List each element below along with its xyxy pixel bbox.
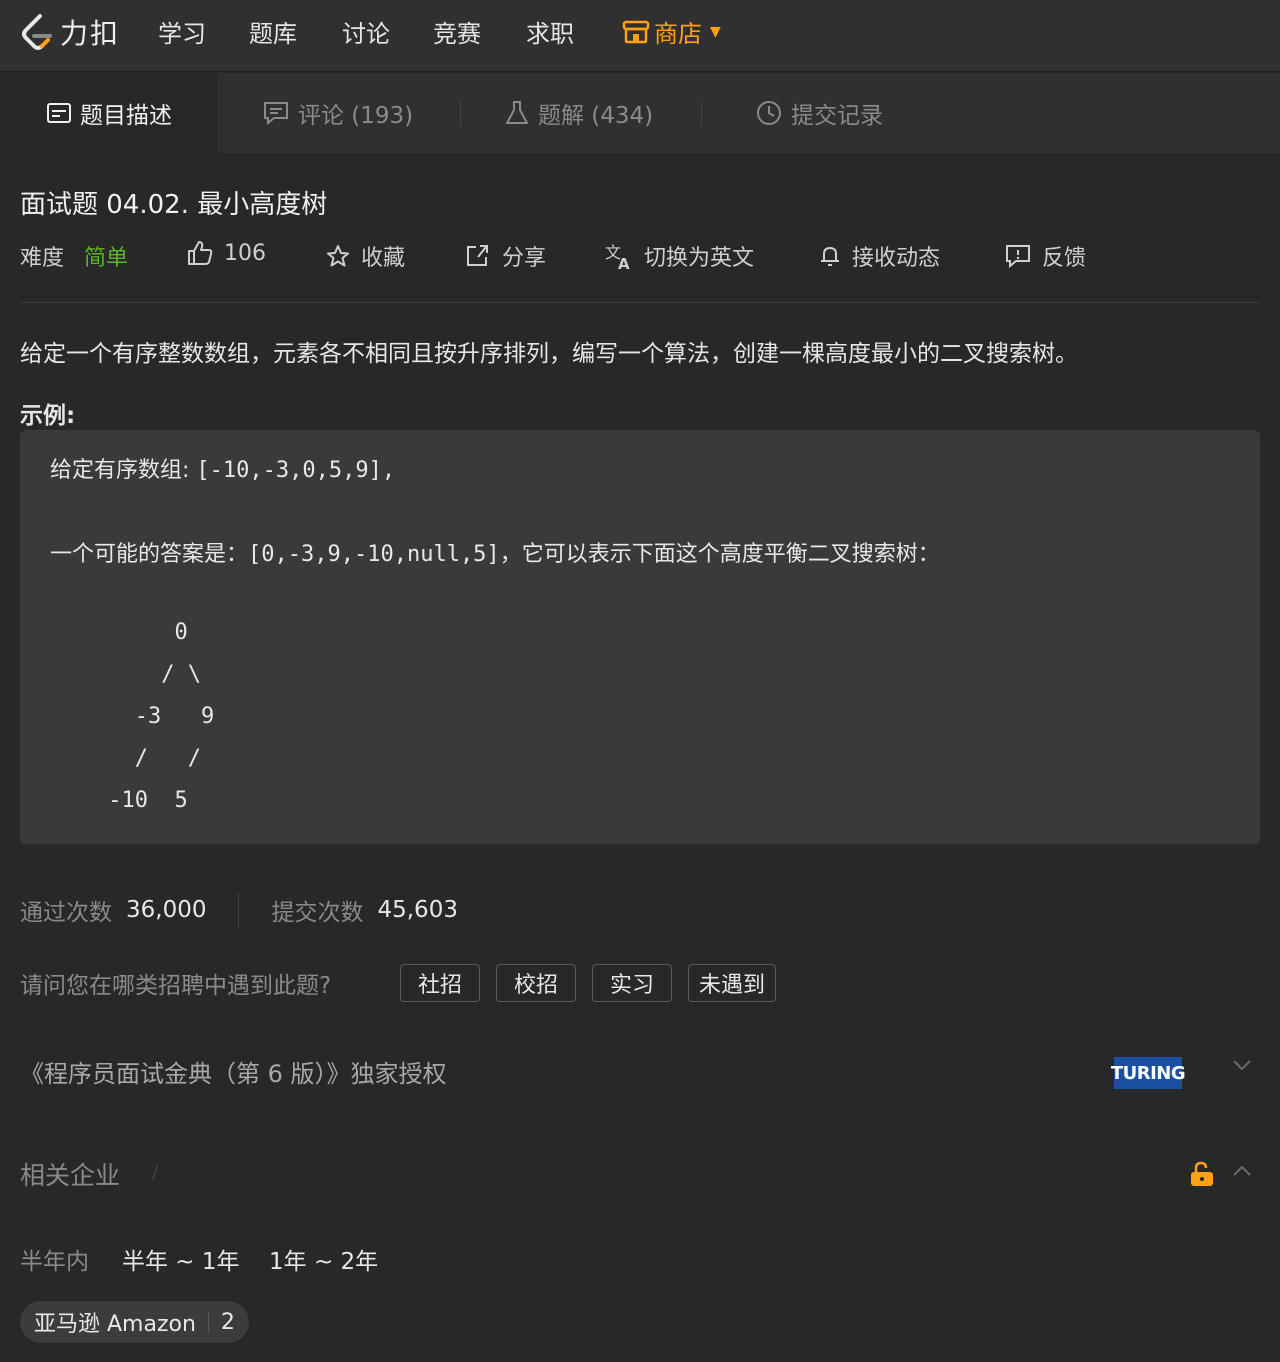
chevron-up-icon[interactable] — [1232, 1164, 1252, 1178]
favorite-button[interactable]: 收藏 — [325, 240, 405, 272]
tree-line: -3 9 — [95, 704, 215, 729]
stats-divider — [238, 892, 240, 928]
tree-line: -10 5 — [95, 788, 188, 813]
share-icon — [467, 245, 488, 266]
submitted-count: 45,603 — [377, 897, 458, 923]
tab-description[interactable]: 题目描述 — [0, 73, 218, 153]
company-divider — [207, 1311, 209, 1333]
unlock-icon[interactable] — [1189, 1160, 1215, 1188]
tab-divider — [460, 101, 461, 127]
like-count: 106 — [224, 240, 266, 266]
clock-icon — [757, 101, 781, 125]
difficulty-label: 难度 — [20, 246, 65, 271]
translate-icon: 文 A — [605, 243, 630, 270]
tab-solutions[interactable]: 题解 (434) — [504, 73, 653, 153]
example-code-block: 给定有序数组: [-10,-3,0,5,9], 一个可能的答案是：[0,-3,9… — [20, 430, 1260, 844]
subscribe-label: 接收动态 — [852, 246, 941, 271]
nav-contest[interactable]: 竞赛 — [433, 14, 481, 49]
tree-line: 0 — [95, 620, 188, 645]
accepted-label: 通过次数 — [20, 900, 112, 926]
share-label: 分享 — [502, 246, 547, 271]
logo-text: 力扣 — [60, 17, 121, 50]
company-count: 2 — [220, 1309, 235, 1335]
time-filter-1y-2y[interactable]: 1年 ~ 2年 — [269, 1242, 378, 1276]
flask-icon — [506, 101, 528, 124]
tab-comments-label: 评论 (193) — [298, 103, 414, 129]
leetcode-logo[interactable]: 力扣 — [20, 12, 120, 52]
leetcode-logo-icon — [22, 14, 52, 50]
book-license: 《程序员面试金典（第 6 版）》独家授权 — [20, 1060, 447, 1088]
survey-question: 请问您在哪类招聘中遇到此题? — [20, 973, 332, 999]
survey-option-campus[interactable]: 校招 — [496, 964, 576, 1002]
survey-option-none[interactable]: 未遇到 — [688, 964, 776, 1002]
svg-text:A: A — [618, 255, 630, 270]
chevron-down-icon: ▼ — [710, 23, 721, 40]
survey-option-social[interactable]: 社招 — [400, 964, 480, 1002]
edit-icon: / — [152, 1162, 159, 1183]
like-button[interactable]: 106 — [186, 240, 266, 266]
example-answer-array: [0,-3,9,-10,null,5] — [248, 542, 500, 567]
store-icon — [622, 20, 650, 43]
comment-icon — [264, 102, 288, 126]
time-filter-6months[interactable]: 半年内 — [20, 1242, 89, 1276]
tree-line: / \ — [95, 662, 201, 687]
nav-discuss[interactable]: 讨论 — [342, 14, 390, 49]
nav-jobs[interactable]: 求职 — [526, 14, 574, 49]
tab-solutions-label: 题解 (434) — [538, 103, 654, 129]
store-label: 商店 — [654, 20, 702, 48]
example-line-2-suffix: ，它可以表示下面这个高度平衡二叉搜索树： — [499, 542, 940, 567]
feedback-icon — [1006, 245, 1030, 269]
nav-store[interactable]: 商店 ▼ — [622, 14, 721, 49]
submission-stats: 通过次数 36,000 提交次数 45,603 — [20, 892, 458, 928]
problem-meta: 难度 简单 106 收藏 分享 文 A 切换为英文 接收动态 反馈 — [20, 240, 1260, 272]
problem-tabs: 题目描述 评论 (193) 题解 (434) 提交记录 — [0, 73, 1280, 153]
time-filter-6m-1y[interactable]: 半年 ~ 1年 — [122, 1242, 240, 1276]
example-line-1-text: 给定有序数组: — [50, 458, 197, 483]
nav-learn[interactable]: 学习 — [158, 14, 206, 49]
tab-submissions[interactable]: 提交记录 — [755, 73, 883, 153]
divider — [20, 302, 1260, 303]
subscribe-button[interactable]: 接收动态 — [818, 240, 940, 272]
example-heading: 示例: — [20, 403, 76, 429]
tab-divider — [701, 101, 702, 127]
company-name: 亚马逊 Amazon — [34, 1312, 196, 1337]
tree-line: / / — [95, 746, 201, 771]
thumbs-up-icon — [188, 241, 213, 265]
top-navbar: 力扣 学习 题库 讨论 竞赛 求职 商店 ▼ — [0, 0, 1280, 72]
accepted-count: 36,000 — [126, 897, 207, 923]
example-line-2-text: 一个可能的答案是： — [50, 542, 249, 567]
difficulty: 难度 简单 — [20, 240, 128, 272]
difficulty-value: 简单 — [84, 246, 129, 271]
nav-problems[interactable]: 题库 — [249, 14, 297, 49]
example-input-array: [-10,-3,0,5,9], — [196, 458, 396, 483]
feedback-button[interactable]: 反馈 — [1004, 240, 1086, 272]
problem-title: 面试题 04.02. 最小高度树 — [20, 190, 328, 220]
description-icon — [47, 103, 71, 123]
tab-submissions-label: 提交记录 — [791, 103, 883, 129]
feedback-label: 反馈 — [1042, 246, 1087, 271]
tab-comments[interactable]: 评论 (193) — [262, 73, 413, 153]
problem-description: 给定一个有序整数数组，元素各不相同且按升序排列，编写一个算法，创建一棵高度最小的… — [20, 341, 1078, 367]
example-line-2: 一个可能的答案是：[0,-3,9,-10,null,5]，它可以表示下面这个高度… — [50, 536, 940, 568]
turing-logo: TURING — [1111, 1057, 1186, 1089]
company-tag-amazon[interactable]: 亚马逊 Amazon 2 — [20, 1301, 249, 1343]
translate-label: 切换为英文 — [644, 246, 755, 271]
submitted-label: 提交次数 — [271, 900, 364, 926]
bell-icon — [821, 246, 839, 266]
related-companies-title: 相关企业 — [20, 1161, 121, 1190]
example-line-1: 给定有序数组: [-10,-3,0,5,9], — [50, 452, 395, 484]
star-icon — [327, 245, 349, 267]
translate-button[interactable]: 文 A 切换为英文 — [604, 240, 754, 272]
share-button[interactable]: 分享 — [464, 240, 546, 272]
chevron-down-icon[interactable] — [1232, 1058, 1252, 1072]
favorite-label: 收藏 — [361, 246, 406, 271]
survey-option-intern[interactable]: 实习 — [592, 964, 672, 1002]
tab-description-label: 题目描述 — [80, 103, 172, 129]
